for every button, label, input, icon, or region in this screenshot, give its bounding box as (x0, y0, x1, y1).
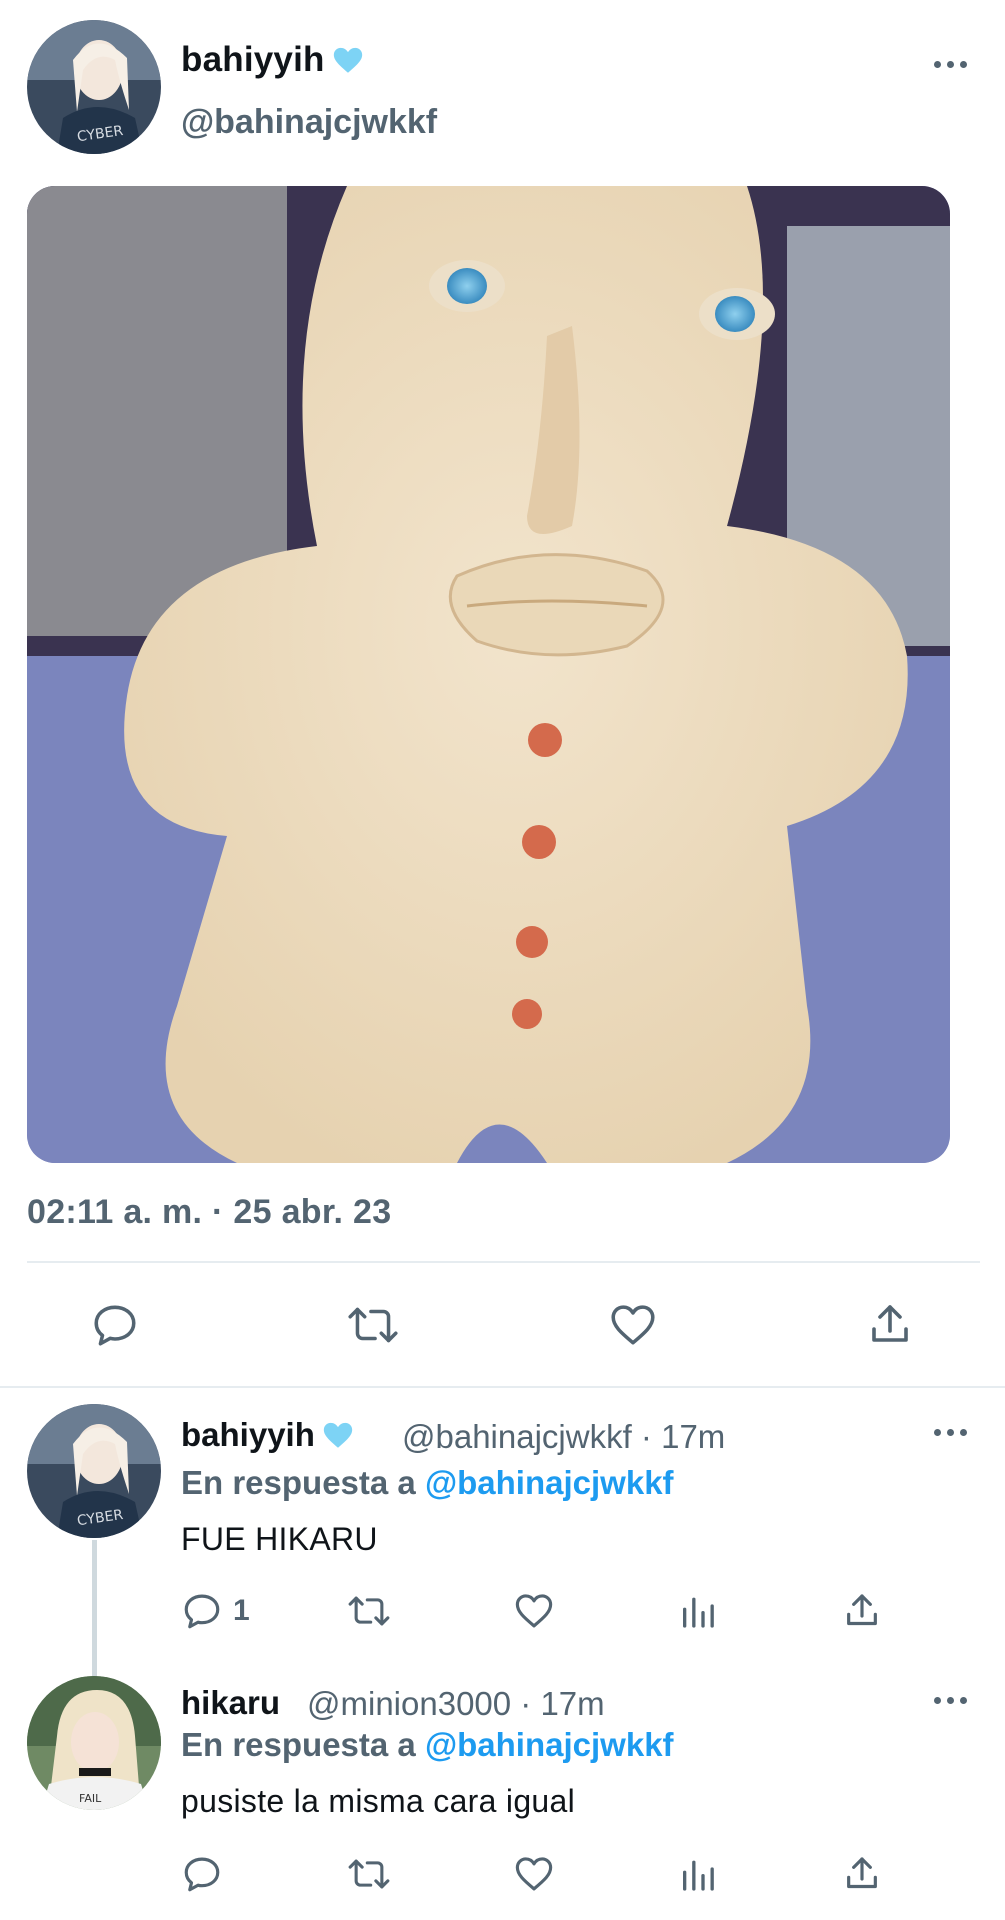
reply-avatar[interactable]: FAIL (27, 1676, 161, 1810)
mention-link[interactable]: @bahinajcjwkkf (425, 1726, 674, 1763)
reply-handle-time[interactable]: @bahinajcjwkkf · 17m (402, 1418, 725, 1456)
svg-text:FAIL: FAIL (79, 1792, 102, 1805)
more-options-icon[interactable] (928, 52, 972, 76)
share-icon (847, 1594, 877, 1626)
tweet-timestamp[interactable]: 02:11 a. m. · 25 abr. 23 (27, 1193, 391, 1232)
divider (0, 1386, 1005, 1388)
share-icon (872, 1305, 908, 1342)
analytics-icon (683, 1860, 714, 1891)
reply-button[interactable] (181, 1853, 223, 1895)
replying-prefix: En respuesta a (181, 1726, 425, 1763)
like-icon (515, 1857, 553, 1891)
more-options-icon[interactable] (928, 1420, 972, 1444)
reply-text: pusiste la misma cara igual (181, 1783, 576, 1819)
retweet-icon (348, 1596, 390, 1626)
replying-to: En respuesta a @bahinajcjwkkf (181, 1726, 674, 1764)
retweet-icon (348, 1859, 390, 1889)
reply-button[interactable]: 1 (181, 1590, 250, 1632)
share-icon (847, 1857, 877, 1889)
like-button[interactable] (512, 1853, 556, 1895)
views-button[interactable] (678, 1590, 718, 1632)
reply-icon (184, 1857, 220, 1892)
reply-author-name[interactable]: bahiyyih (181, 1416, 355, 1454)
divider (27, 1261, 980, 1263)
reply-icon (94, 1305, 136, 1346)
main-author-name[interactable]: bahiyyih (181, 40, 365, 80)
replying-to: En respuesta a @bahinajcjwkkf (181, 1464, 674, 1502)
replying-prefix: En respuesta a (181, 1464, 425, 1501)
reply-button[interactable] (90, 1300, 140, 1350)
like-icon (515, 1594, 553, 1628)
main-author-handle[interactable]: @bahinajcjwkkf (181, 103, 437, 142)
author-name-text: bahiyyih (181, 1416, 315, 1453)
like-button[interactable] (607, 1300, 659, 1350)
reply-icon (184, 1594, 220, 1629)
retweet-button[interactable] (344, 1300, 402, 1350)
like-button[interactable] (512, 1590, 556, 1632)
share-button[interactable] (842, 1853, 882, 1895)
more-options-icon[interactable] (928, 1688, 972, 1712)
share-button[interactable] (866, 1300, 914, 1350)
retweet-button[interactable] (345, 1853, 393, 1895)
reply-avatar[interactable]: CYBER (27, 1404, 161, 1538)
reply-author-name[interactable]: hikaru (181, 1684, 280, 1722)
retweet-button[interactable] (345, 1590, 393, 1632)
light-blue-heart-icon (321, 1418, 355, 1452)
reply-count: 1 (233, 1594, 250, 1627)
light-blue-heart-icon (331, 43, 365, 77)
like-icon (611, 1305, 655, 1345)
main-avatar[interactable]: CYBER (27, 20, 161, 154)
views-button[interactable] (678, 1853, 718, 1895)
retweet-icon (348, 1307, 398, 1343)
author-name-text: bahiyyih (181, 40, 325, 79)
reply-text: FUE HIKARU (181, 1521, 378, 1557)
reply-handle-time[interactable]: @minion3000 · 17m (307, 1685, 605, 1723)
share-button[interactable] (842, 1590, 882, 1632)
mention-link[interactable]: @bahinajcjwkkf (425, 1464, 674, 1501)
analytics-icon (683, 1597, 714, 1628)
tweet-photo[interactable] (27, 186, 950, 1163)
thread-connector (92, 1540, 97, 1678)
